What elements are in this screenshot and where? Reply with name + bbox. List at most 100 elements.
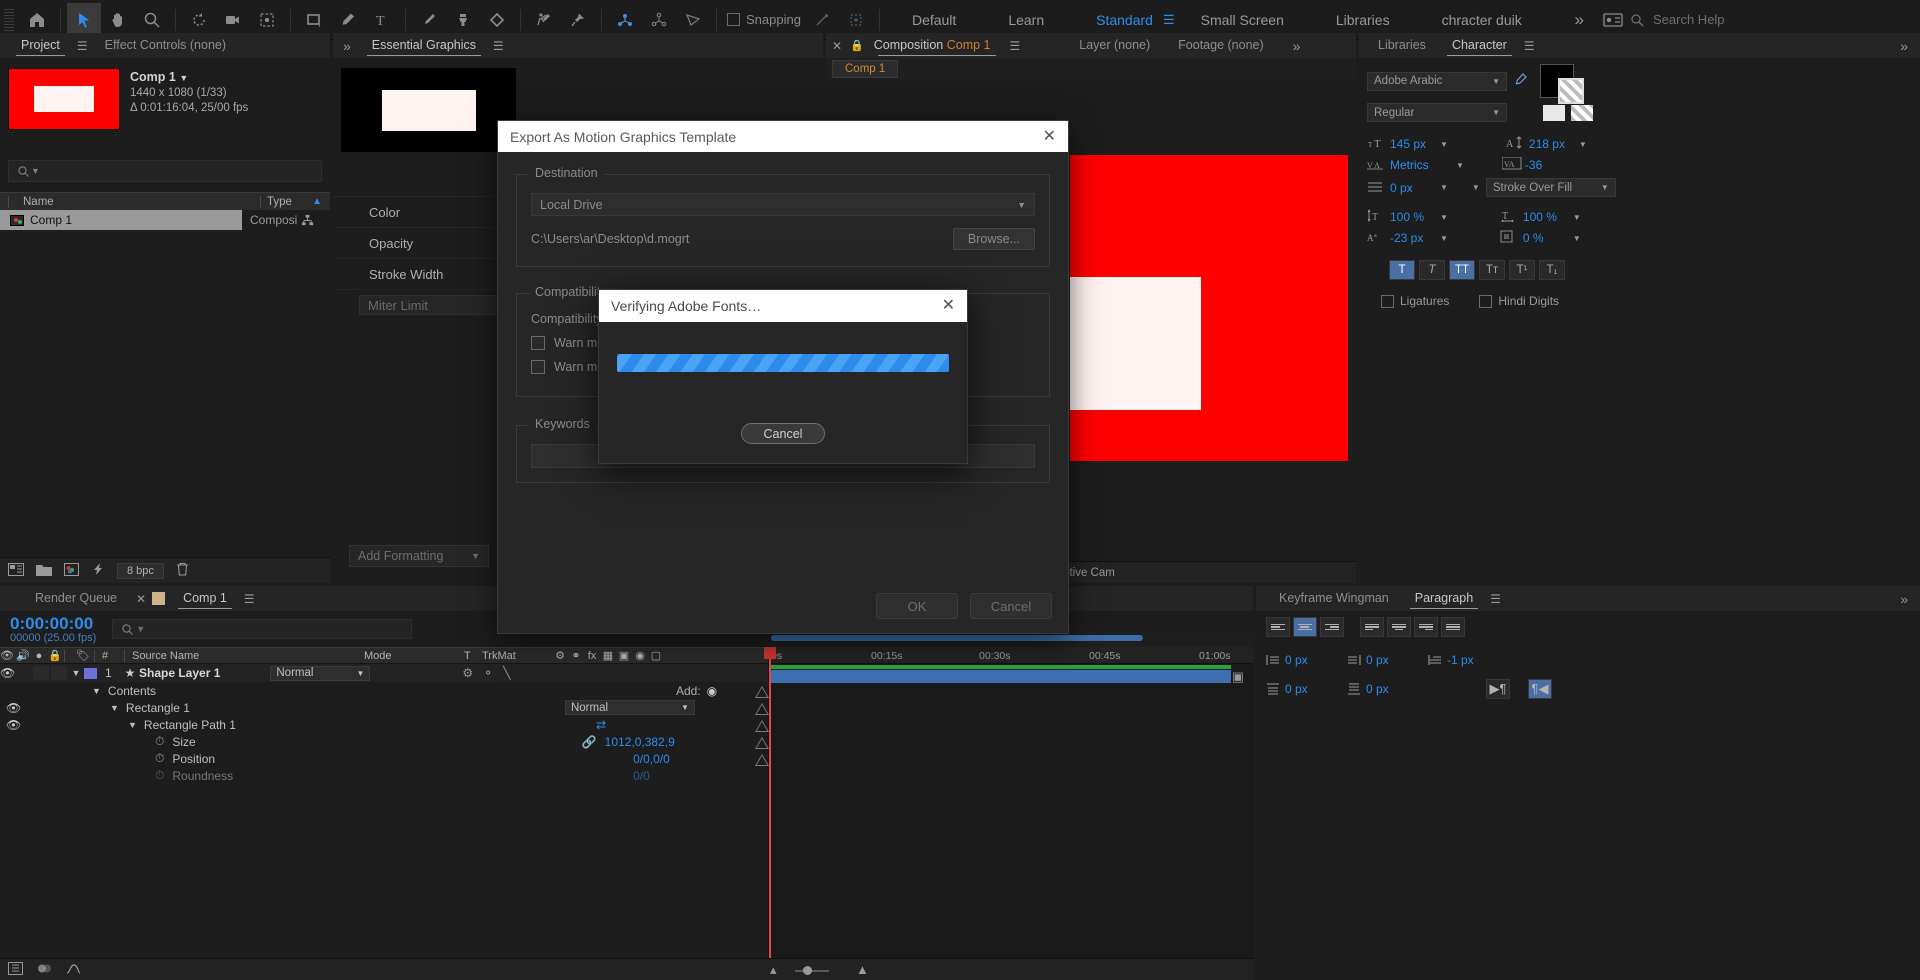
layer-duration-bar-green[interactable]: [771, 665, 1231, 669]
brush-tool-icon[interactable]: [412, 3, 446, 37]
layer-blend-mode-dropdown[interactable]: Normal ▼: [270, 665, 371, 681]
chevron-down-icon[interactable]: ▼: [1579, 140, 1587, 149]
home-icon[interactable]: [20, 3, 54, 37]
faux-bold-button[interactable]: T: [1389, 260, 1415, 280]
destination-dropdown[interactable]: Local Drive ▼: [531, 193, 1035, 216]
tab-character[interactable]: Character: [1439, 33, 1520, 58]
stopwatch-icon[interactable]: ⏱: [155, 734, 164, 749]
timeline-panel-menu-icon[interactable]: ☰: [240, 592, 259, 606]
timeline-layer-row[interactable]: 👁 ▼ 1 ★ Shape Layer 1 Normal ▼ ⚙ ⚬ ╲: [0, 664, 768, 682]
subscript-button[interactable]: T₁: [1539, 260, 1565, 280]
keyframe-track-area[interactable]: ⃤ ⃤ ⃤ ⃤ ⃤ ▣: [764, 647, 1254, 958]
layer-duration-bar[interactable]: [771, 670, 1231, 683]
layer-label-color[interactable]: [84, 667, 97, 679]
swap-fill-stroke-icon[interactable]: [1571, 104, 1593, 121]
tab-essential-graphics[interactable]: Essential Graphics: [359, 33, 489, 58]
close-icon[interactable]: ✕: [1043, 128, 1056, 145]
workspace-settings-icon[interactable]: [1596, 3, 1630, 37]
hand-tool-icon[interactable]: [101, 3, 135, 37]
visibility-icon[interactable]: 👁: [6, 718, 21, 732]
current-timecode[interactable]: 0:00:00:00: [10, 615, 96, 632]
comp-nav-chip[interactable]: Comp 1: [832, 60, 899, 78]
align-center-button[interactable]: [1293, 617, 1317, 637]
font-family-dropdown[interactable]: Adobe Arabic ▼: [1367, 71, 1507, 91]
workspace-default[interactable]: Default: [886, 12, 982, 28]
tree-prop-roundness[interactable]: ⏱ Roundness 0/0: [0, 767, 768, 784]
project-row-comp1[interactable]: Comp 1 Composi: [0, 210, 330, 230]
layer-source-name[interactable]: Shape Layer 1: [139, 666, 220, 680]
chevron-down-icon[interactable]: ▼: [110, 703, 119, 713]
font-style-dropdown[interactable]: Regular ▼: [1367, 103, 1507, 122]
bit-depth-button[interactable]: 8 bpc: [117, 562, 164, 579]
panel-overflow-chevron-icon[interactable]: »: [333, 38, 359, 54]
project-row-name-cell[interactable]: Comp 1: [0, 210, 242, 230]
toggle-switches-modes-icon[interactable]: [8, 961, 23, 978]
layer-pick-whip-icon[interactable]: ╲: [503, 666, 510, 680]
tsume-value[interactable]: 0 %: [1523, 231, 1567, 245]
workspace-learn[interactable]: Learn: [982, 12, 1070, 28]
project-search-input[interactable]: ▼: [8, 160, 322, 182]
justify-all-button[interactable]: [1441, 617, 1465, 637]
graph-editor-toggle-icon[interactable]: [66, 962, 81, 978]
tab-effect-controls[interactable]: Effect Controls (none): [92, 33, 239, 58]
chevron-down-icon[interactable]: ▼: [1440, 213, 1448, 222]
hindi-digits-checkbox-row[interactable]: Hindi Digits: [1479, 294, 1559, 308]
visibility-icon[interactable]: 👁: [6, 701, 21, 715]
pen-tool-icon[interactable]: [331, 3, 365, 37]
local-axis-mode-icon[interactable]: [608, 3, 642, 37]
chevron-down-icon[interactable]: ▼: [179, 73, 188, 83]
workspace-chracter-duik[interactable]: chracter duik: [1416, 12, 1548, 28]
tab-paragraph[interactable]: Paragraph: [1402, 586, 1486, 611]
new-composition-icon[interactable]: [8, 562, 24, 579]
workspace-menu-icon[interactable]: ☰: [1163, 12, 1175, 28]
timeline-zoom-in-icon[interactable]: ▲: [856, 962, 869, 977]
layer-expand-chevron-icon[interactable]: ▼: [68, 668, 84, 678]
add-shape-icon[interactable]: ◉: [707, 684, 717, 698]
tree-prop-position[interactable]: ⏱ Position 0/0,0/0: [0, 750, 768, 767]
indent-right-field[interactable]: 0 px: [1347, 653, 1410, 667]
snapping-checkbox[interactable]: [727, 13, 740, 26]
layer-solo-box[interactable]: [33, 666, 49, 680]
chevron-down-icon[interactable]: ▼: [1456, 161, 1464, 170]
chevron-down-icon[interactable]: ▼: [31, 166, 40, 176]
current-time-display[interactable]: 0:00:00:00 00000 (25.00 fps): [10, 615, 96, 644]
camera-tool-icon[interactable]: [216, 3, 250, 37]
layer-parent-icon[interactable]: ⚙: [462, 666, 473, 680]
cancel-button[interactable]: Cancel: [970, 593, 1052, 619]
motion-blur-toggle-icon[interactable]: [37, 962, 52, 978]
chevron-down-icon[interactable]: ▼: [1573, 234, 1581, 243]
character-panel-menu-icon[interactable]: ☰: [1520, 39, 1539, 53]
playhead-handle[interactable]: [764, 647, 776, 659]
column-name[interactable]: Name: [8, 195, 260, 208]
browse-button[interactable]: Browse...: [952, 228, 1035, 250]
shape-tool-icon[interactable]: [297, 3, 331, 37]
stroke-order-dropdown[interactable]: Stroke Over Fill ▼: [1485, 178, 1616, 197]
timeline-search-input[interactable]: ▼: [112, 619, 413, 639]
tab-footage[interactable]: Footage (none): [1165, 33, 1276, 58]
interpret-footage-icon[interactable]: [91, 562, 105, 579]
space-after-field[interactable]: 0 px: [1347, 679, 1410, 699]
path-direction-icon[interactable]: ⇄: [596, 718, 606, 732]
warn-expressions-checkbox[interactable]: [531, 360, 545, 374]
new-folder-icon[interactable]: [36, 563, 52, 579]
tab-libraries[interactable]: Libraries: [1365, 33, 1439, 58]
tree-node-contents[interactable]: ▼ Contents Add: ◉: [0, 682, 768, 699]
eyedropper-icon[interactable]: [1513, 72, 1528, 90]
justify-last-center-button[interactable]: [1387, 617, 1411, 637]
superscript-button[interactable]: T¹: [1509, 260, 1535, 280]
search-help-box[interactable]: Search Help: [1630, 12, 1920, 27]
chevron-down-icon[interactable]: ▼: [92, 686, 101, 696]
warn-adobe-fonts-checkbox[interactable]: [531, 336, 545, 350]
workspace-libraries[interactable]: Libraries: [1310, 12, 1416, 28]
close-icon[interactable]: ✕: [130, 592, 152, 606]
add-formatting-dropdown[interactable]: Add Formatting ▼: [349, 545, 489, 567]
world-axis-mode-icon[interactable]: [642, 3, 676, 37]
toolbar-grip[interactable]: [4, 8, 14, 31]
layer-transform-icon[interactable]: ⚬: [483, 666, 493, 680]
ligatures-checkbox[interactable]: [1381, 294, 1394, 308]
small-caps-button[interactable]: Tᴛ: [1479, 260, 1505, 280]
puppet-pin-tool-icon[interactable]: [561, 3, 595, 37]
roto-brush-tool-icon[interactable]: [527, 3, 561, 37]
stroke-width-value[interactable]: 0 px: [1390, 181, 1434, 195]
fill-stroke-swatches[interactable]: [1540, 64, 1584, 104]
